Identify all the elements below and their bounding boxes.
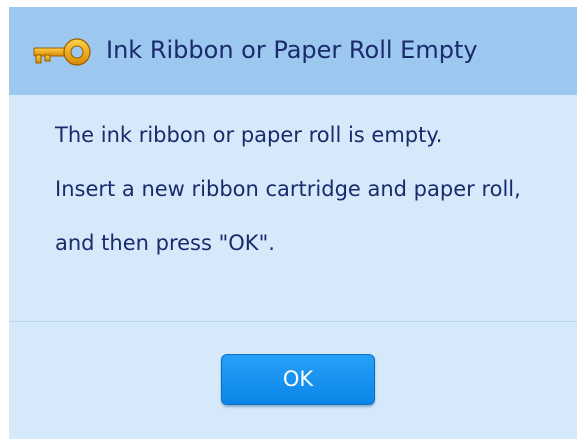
dialog-message: The ink ribbon or paper roll is empty. I… — [55, 121, 565, 283]
dialog-header: Ink Ribbon or Paper Roll Empty — [9, 7, 577, 95]
message-line: Insert a new ribbon cartridge and paper … — [55, 177, 521, 201]
dialog-title: Ink Ribbon or Paper Roll Empty — [106, 36, 478, 64]
divider — [9, 321, 577, 322]
ok-button[interactable]: OK — [221, 354, 375, 405]
key-icon — [33, 38, 91, 66]
message-line: and then press "OK". — [55, 231, 275, 255]
dialog: Ink Ribbon or Paper Roll Empty The ink r… — [9, 7, 577, 439]
message-line: The ink ribbon or paper roll is empty. — [55, 123, 443, 147]
